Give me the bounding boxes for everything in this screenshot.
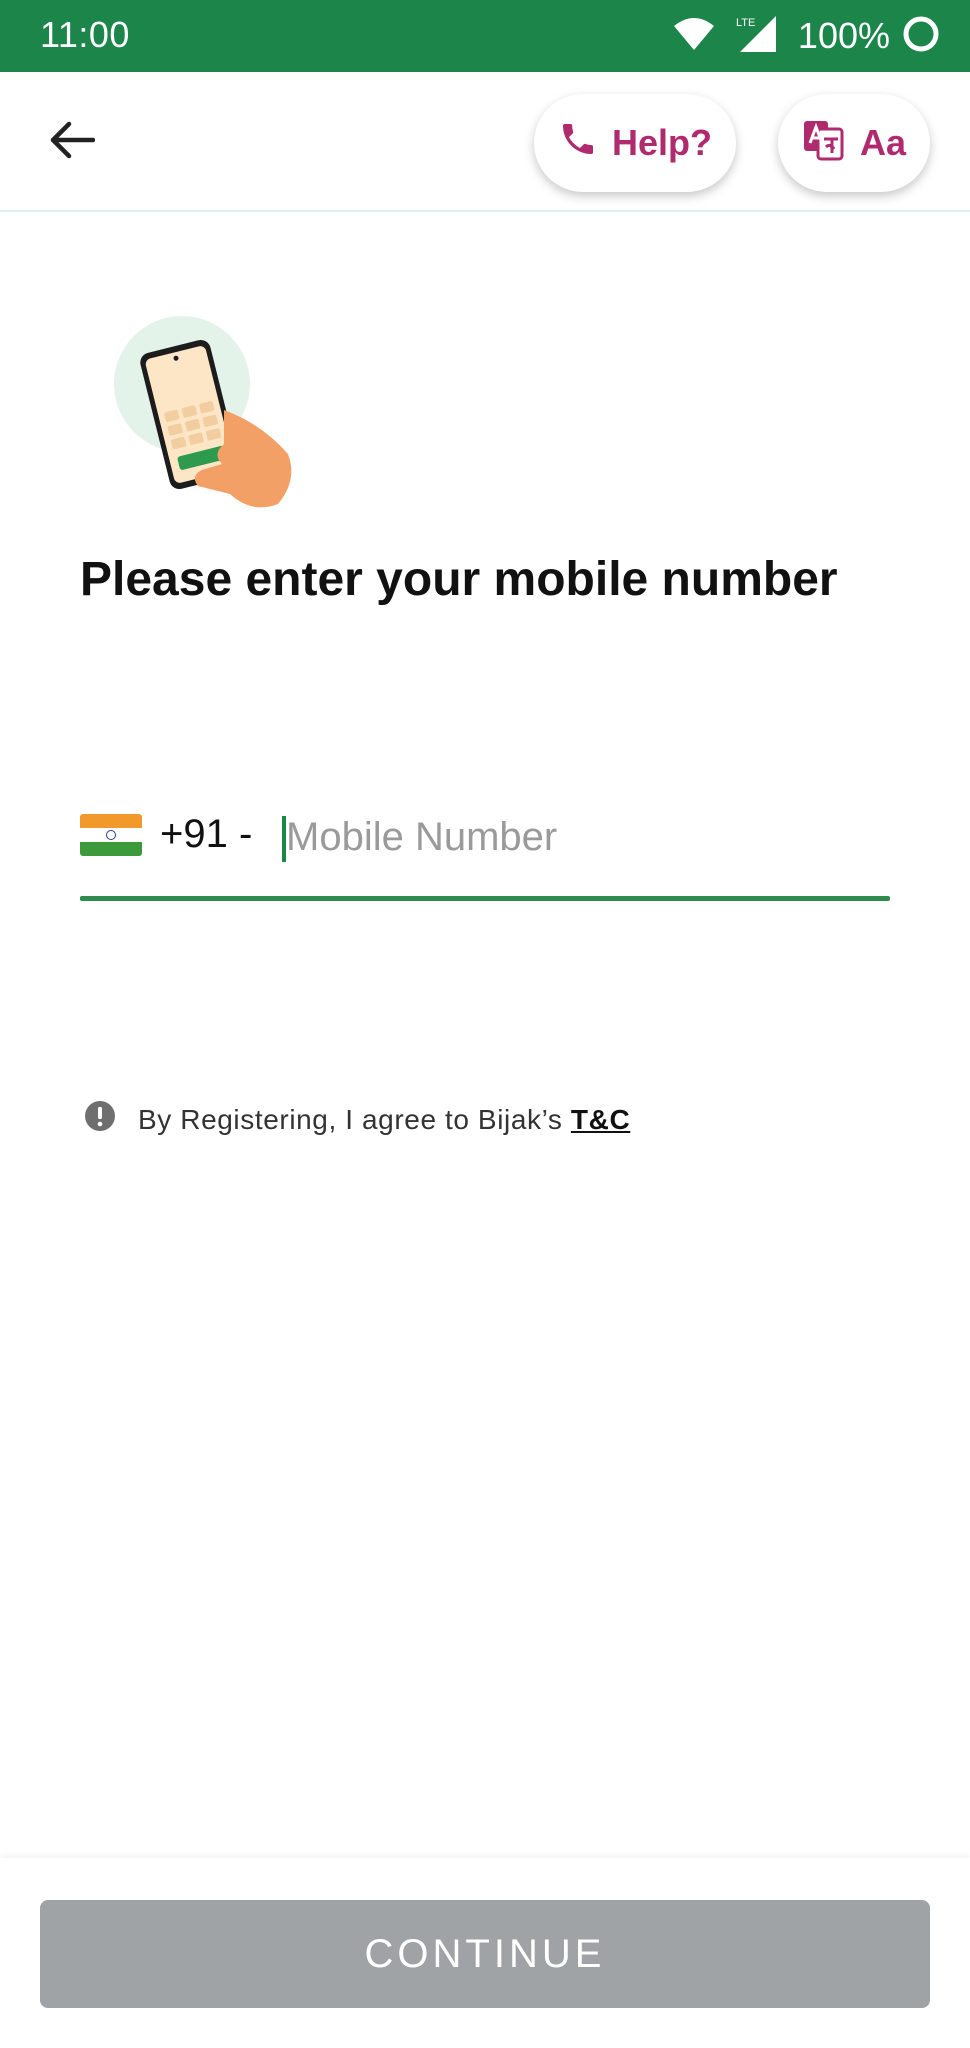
svg-text:LTE: LTE bbox=[736, 17, 755, 29]
country-code: +91 - bbox=[160, 812, 253, 856]
back-button[interactable] bbox=[40, 110, 104, 174]
help-label: Help? bbox=[611, 122, 712, 163]
back-arrow-icon bbox=[49, 120, 96, 165]
mobile-number-input[interactable] bbox=[286, 806, 886, 868]
status-icons: LTE 100% bbox=[672, 12, 940, 60]
terms-text: By Registering, I agree to Bijak’s bbox=[138, 1103, 563, 1135]
signal-icon: LTE bbox=[728, 14, 778, 59]
page-title: Please enter your mobile number bbox=[80, 553, 838, 606]
status-bar: 11:00 LTE 100% bbox=[0, 0, 970, 72]
info-icon bbox=[84, 1100, 116, 1139]
language-label: Aa bbox=[859, 122, 907, 163]
status-time: 11:00 bbox=[40, 14, 130, 55]
wifi-icon bbox=[672, 16, 716, 57]
translate-icon bbox=[802, 117, 846, 170]
phone-icon bbox=[558, 119, 598, 168]
help-button[interactable]: Help? bbox=[534, 94, 736, 192]
input-underline bbox=[80, 896, 890, 901]
app-bar: Help? Aa bbox=[0, 72, 970, 212]
battery-percent: 100% bbox=[797, 15, 890, 56]
india-flag-icon bbox=[80, 814, 142, 856]
phone-input-row: +91 - bbox=[80, 806, 890, 902]
phone-illustration bbox=[112, 314, 302, 514]
continue-button[interactable]: CONTINUE bbox=[40, 1900, 930, 2008]
battery-icon bbox=[902, 15, 940, 58]
terms-link[interactable]: T&C bbox=[571, 1104, 630, 1135]
terms-notice: By Registering, I agree to Bijak’s T&C bbox=[84, 1100, 630, 1139]
language-button[interactable]: Aa bbox=[778, 94, 930, 192]
bottom-bar: CONTINUE bbox=[0, 1858, 970, 2048]
